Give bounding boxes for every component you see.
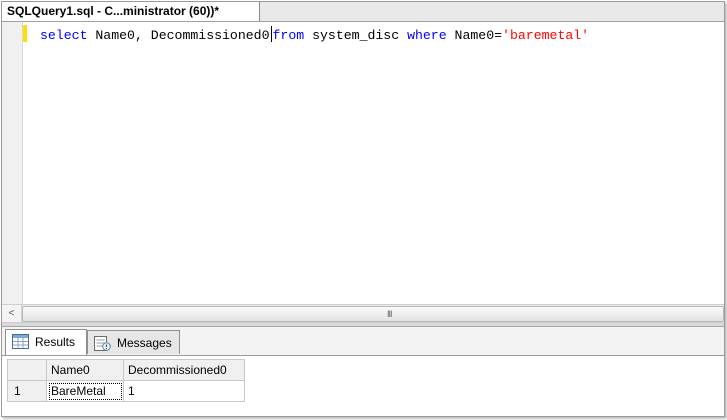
text-caret <box>270 26 272 42</box>
scroll-left-arrow-icon[interactable]: < <box>2 305 22 322</box>
grid-header-row: Name0 Decommissioned0 <box>7 359 245 381</box>
scrollbar-thumb[interactable]: III <box>22 306 724 322</box>
cell-name0[interactable]: BareMetal <box>46 380 124 402</box>
sql-code-line[interactable]: select Name0, Decommissioned0 from system… <box>40 26 589 44</box>
editor-margin <box>2 22 23 304</box>
line-change-marker <box>23 25 27 42</box>
document-tabstrip: SQLQuery1.sql - C...ministrator (60))* <box>2 2 724 22</box>
grid-icon <box>12 334 29 349</box>
code-columns: Name0, Decommissioned0 <box>87 28 270 43</box>
row-number[interactable]: 1 <box>7 380 47 402</box>
column-header-name0[interactable]: Name0 <box>46 359 124 381</box>
query-window: SQLQuery1.sql - C...ministrator (60))* s… <box>1 1 725 417</box>
column-header-decommissioned0[interactable]: Decommissioned0 <box>123 359 245 381</box>
tab-results[interactable]: Results <box>5 329 87 355</box>
tab-messages[interactable]: Messages <box>87 330 180 354</box>
table-row[interactable]: 1 BareMetal 1 <box>7 380 245 402</box>
tab-messages-label: Messages <box>117 336 172 350</box>
results-grid[interactable]: Name0 Decommissioned0 1 BareMetal 1 <box>7 359 245 402</box>
code-table: system_disc <box>304 28 408 43</box>
query-editor[interactable]: select Name0, Decommissioned0 from system… <box>2 22 724 304</box>
keyword-where: where <box>407 28 447 43</box>
query-document-tab[interactable]: SQLQuery1.sql - C...ministrator (60))* <box>2 2 260 21</box>
tab-results-label: Results <box>35 335 76 349</box>
cell-decommissioned0[interactable]: 1 <box>123 380 245 402</box>
horizontal-scrollbar[interactable]: < III <box>2 304 724 323</box>
grid-corner[interactable] <box>7 359 47 381</box>
keyword-select: select <box>40 28 88 43</box>
code-condition: Name0= <box>446 28 503 43</box>
keyword-from: from <box>272 28 305 43</box>
string-literal: 'baremetal' <box>502 28 590 43</box>
results-pane: Results Messages Name0 Decommissioned0 1… <box>2 327 724 416</box>
results-tabstrip: Results Messages <box>2 327 724 356</box>
messages-icon <box>94 336 111 351</box>
scrollbar-grip-icon: III <box>387 309 392 319</box>
